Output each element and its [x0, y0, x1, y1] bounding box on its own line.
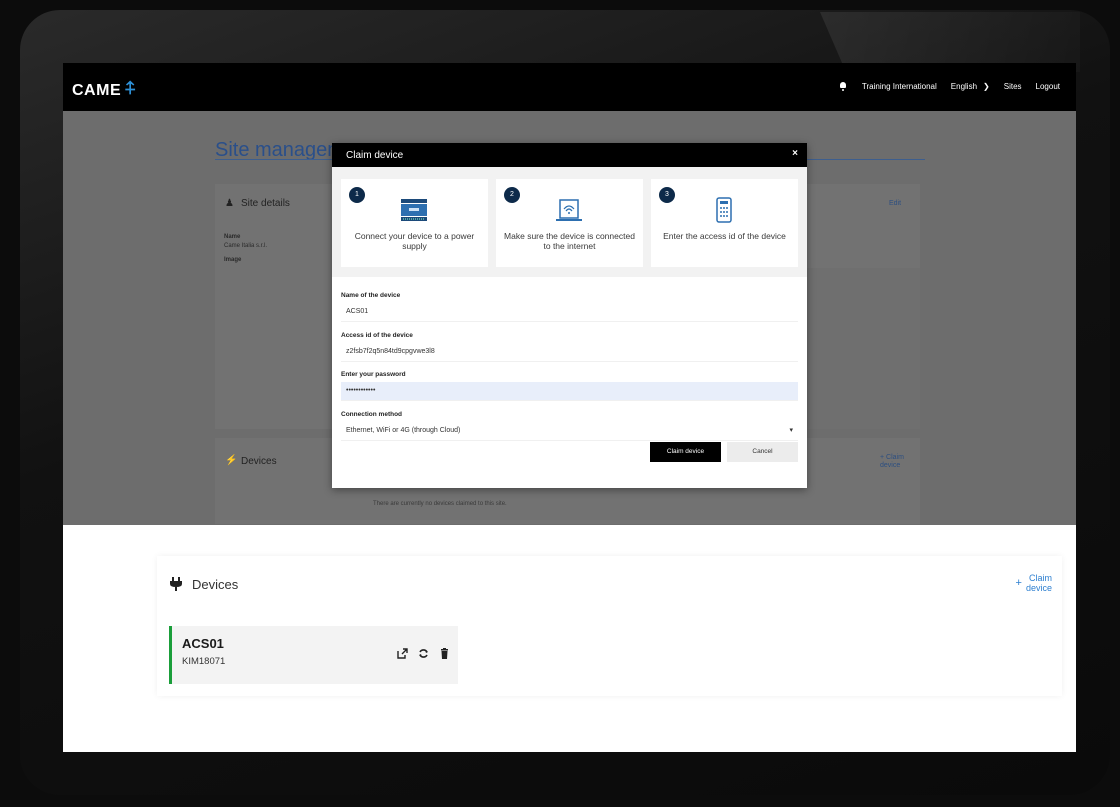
- step-card-3: 3 Enter the access id of the device: [651, 179, 798, 267]
- site-details-heading: Site details: [241, 198, 290, 209]
- devices-heading-bg: Devices: [241, 456, 277, 467]
- logo-text: CAME: [72, 82, 122, 99]
- power-module-icon: [401, 199, 427, 221]
- password-label: Enter your password: [341, 371, 406, 378]
- access-id-label: Access id of the device: [341, 332, 413, 339]
- plus-icon: +: [1015, 577, 1022, 589]
- trash-icon[interactable]: [439, 648, 450, 659]
- claim-link-text: Claim device: [1025, 573, 1052, 594]
- step-text: Connect your device to a power supply: [354, 231, 475, 251]
- cancel-button[interactable]: Cancel: [727, 442, 798, 462]
- name-label: Name: [224, 234, 241, 240]
- router-icon: [556, 199, 582, 221]
- step-text: Make sure the device is connected to the…: [504, 231, 635, 251]
- device-actions: [397, 648, 450, 659]
- logout-link[interactable]: Logout: [1036, 82, 1060, 91]
- device-id: KIM18071: [182, 656, 226, 667]
- step-number: 1: [349, 187, 365, 203]
- modal-header: Claim device ×: [332, 143, 807, 167]
- claim-device-button[interactable]: Claim device: [650, 442, 721, 462]
- keypad-icon: [716, 197, 732, 223]
- plug-icon: ⚡: [225, 455, 238, 466]
- plug-icon: [170, 577, 182, 591]
- claim-link-line2: device: [1025, 582, 1052, 593]
- claim-device-link[interactable]: + Claim device: [1015, 573, 1052, 594]
- connection-method-value: Ethernet, WiFi or 4G (through Cloud): [346, 427, 461, 434]
- name-value: Came Italia s.r.l.: [224, 243, 268, 249]
- logo-mark-icon: ⍏: [125, 78, 137, 98]
- external-link-icon[interactable]: [397, 648, 408, 659]
- bell-icon[interactable]: [838, 81, 848, 91]
- edit-link[interactable]: Edit: [889, 200, 901, 207]
- sites-link[interactable]: Sites: [1004, 82, 1022, 91]
- devices-heading: Devices: [192, 577, 239, 592]
- claim-link-line1: Claim: [1028, 573, 1052, 583]
- password-field[interactable]: ••••••••••••: [341, 382, 798, 401]
- language-dropdown[interactable]: English ❯: [951, 82, 990, 91]
- step-text: Enter the access id of the device: [663, 231, 786, 241]
- account-link[interactable]: Training International: [862, 82, 937, 91]
- connection-method-select[interactable]: Ethernet, WiFi or 4G (through Cloud) ▾: [341, 422, 798, 441]
- empty-devices-note: There are currently no devices claimed t…: [373, 501, 507, 507]
- top-navbar: CAME ⍏ Training International English ❯ Si…: [63, 63, 1076, 111]
- devices-panel: Devices + Claim device ACS01 KIM18071: [157, 556, 1062, 696]
- refresh-icon[interactable]: [418, 648, 429, 659]
- device-name-label: Name of the device: [341, 292, 401, 299]
- tablet-device: CAME ⍏ Training International English ❯ Si…: [0, 0, 1120, 807]
- nav-right: Training International English ❯ Sites Lo…: [838, 81, 1060, 91]
- step-number: 3: [659, 187, 675, 203]
- screen: CAME ⍏ Training International English ❯ Si…: [63, 63, 1076, 752]
- step-card-1: 1 Connect your device to a power supply: [341, 179, 488, 267]
- step-card-2: 2 Make sure the device is connected to t…: [496, 179, 643, 267]
- user-icon: ♟: [225, 198, 234, 209]
- close-icon[interactable]: ×: [792, 148, 798, 159]
- access-id-field[interactable]: z2fsb7f2q5n84td9cpgvwe3l8: [341, 343, 798, 362]
- step-number: 2: [504, 187, 520, 203]
- image-label: Image: [224, 257, 242, 263]
- device-name-field[interactable]: ACS01: [341, 303, 798, 322]
- device-name: ACS01: [182, 636, 224, 651]
- caret-down-icon: ▾: [789, 427, 793, 434]
- chevron-down-icon: ❯: [983, 81, 990, 91]
- device-card[interactable]: ACS01 KIM18071: [169, 626, 458, 684]
- connection-method-label: Connection method: [341, 411, 403, 418]
- modal-title: Claim device: [346, 150, 404, 161]
- claim-device-modal: Claim device × 1 Connect your device to …: [332, 143, 807, 488]
- came-logo[interactable]: CAME ⍏: [72, 78, 137, 100]
- claim-link-bg[interactable]: + Claim device: [880, 454, 920, 469]
- language-label: English: [950, 81, 978, 91]
